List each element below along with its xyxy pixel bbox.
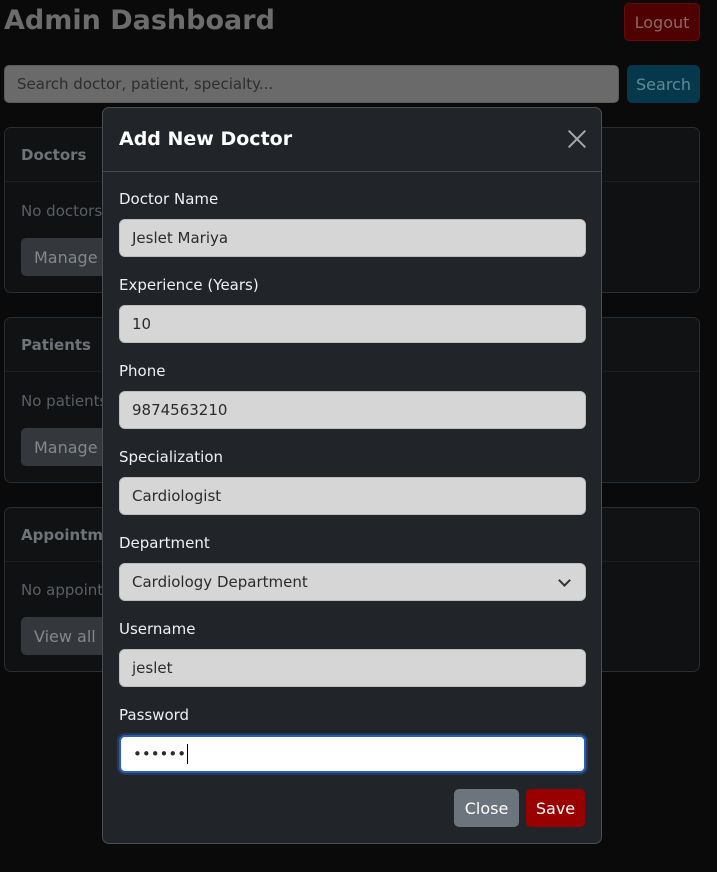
- username-label: Username: [119, 620, 196, 638]
- password-input[interactable]: ••••••: [119, 735, 586, 773]
- password-value: ••••••: [133, 745, 187, 763]
- specialization-label: Specialization: [119, 448, 224, 466]
- card-empty-text: No patients: [21, 392, 108, 410]
- experience-label: Experience (Years): [119, 276, 259, 294]
- search-input[interactable]: Search doctor, patient, specialty...: [4, 65, 619, 103]
- username-input[interactable]: jeslet: [119, 649, 586, 687]
- specialization-input[interactable]: Cardiologist: [119, 477, 586, 515]
- save-button[interactable]: Save: [526, 789, 585, 827]
- modal-title: Add New Doctor: [119, 128, 293, 150]
- logout-button[interactable]: Logout: [624, 3, 700, 41]
- doctor-name-label: Doctor Name: [119, 190, 219, 208]
- chevron-down-icon: [558, 574, 571, 587]
- phone-input[interactable]: 9874563210: [119, 391, 586, 429]
- close-icon[interactable]: [567, 129, 587, 149]
- department-select[interactable]: Cardiology Department: [119, 563, 586, 601]
- phone-label: Phone: [119, 362, 166, 380]
- password-label: Password: [119, 706, 190, 724]
- close-button[interactable]: Close: [454, 789, 519, 827]
- add-doctor-modal: Add New Doctor Doctor Name Jeslet Mariya…: [102, 107, 602, 844]
- search-button[interactable]: Search: [627, 65, 700, 103]
- text-caret: [187, 744, 189, 764]
- doctor-name-input[interactable]: Jeslet Mariya: [119, 219, 586, 257]
- department-selected-value: Cardiology Department: [132, 573, 308, 591]
- department-label: Department: [119, 534, 210, 552]
- card-empty-text: No appoint: [21, 581, 104, 599]
- page-title: Admin Dashboard: [4, 5, 275, 36]
- view-all-appointments-button[interactable]: View all: [21, 617, 109, 655]
- card-empty-text: No doctors: [21, 202, 103, 220]
- modal-header: Add New Doctor: [103, 108, 601, 172]
- experience-input[interactable]: 10: [119, 305, 586, 343]
